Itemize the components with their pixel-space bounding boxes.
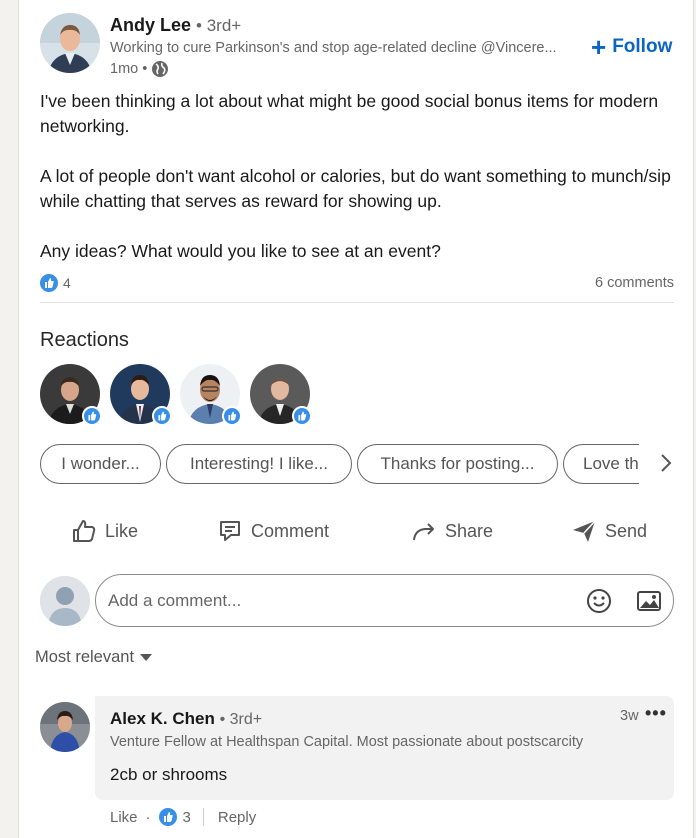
share-icon (413, 523, 434, 541)
chevron-right-icon[interactable] (659, 452, 673, 480)
like-badge-icon (82, 406, 102, 426)
like-reaction-icon (40, 274, 58, 292)
comment-icon (220, 521, 240, 541)
author-name-line[interactable]: Andy Lee • 3rd+ (110, 15, 241, 36)
commenter-headline: Venture Fellow at Healthspan Capital. Mo… (110, 734, 584, 750)
caret-down-icon (140, 654, 153, 661)
reactor-avatar[interactable] (250, 364, 312, 426)
emoji-icon[interactable] (586, 588, 612, 614)
like-button[interactable]: Like (71, 514, 138, 548)
comment-like-button[interactable]: Like (110, 809, 138, 826)
sort-dropdown[interactable]: Most relevant (35, 648, 153, 667)
connection-degree: • 3rd+ (196, 16, 242, 35)
reaction-count: 4 (63, 275, 71, 291)
dot-separator: · (145, 808, 151, 826)
globe-icon (152, 61, 169, 77)
comment-label: Comment (251, 520, 330, 541)
post-card: Andy Lee • 3rd+ Working to cure Parkinso… (18, 0, 694, 838)
more-options-icon[interactable]: ••• (645, 703, 667, 724)
sort-label: Most relevant (35, 648, 135, 666)
comment-text: 2cb or shrooms (110, 765, 228, 784)
send-button[interactable]: Send (571, 514, 647, 548)
send-icon (573, 520, 596, 542)
comment-button[interactable]: Comment (217, 514, 329, 548)
suggestion-chip[interactable]: Thanks for posting... (357, 444, 558, 484)
comment-like-count[interactable]: 3 (183, 809, 191, 826)
share-label: Share (445, 520, 494, 541)
reply-button[interactable]: Reply (218, 809, 256, 826)
comments-count-link[interactable]: 6 comments (579, 275, 674, 291)
commenter-name[interactable]: Alex K. Chen (110, 709, 215, 728)
reactor-avatar[interactable] (180, 364, 242, 426)
post-paragraph: A lot of people don't want alcohol or ca… (40, 166, 671, 211)
like-badge-icon (152, 406, 172, 426)
post-paragraph: Any ideas? What would you like to see at… (40, 241, 441, 261)
commenter-name-line[interactable]: Alex K. Chen • 3rd+ (110, 709, 262, 729)
follow-label: Follow (612, 36, 673, 57)
reactions-heading: Reactions (40, 329, 129, 351)
suggestion-chip[interactable]: Love th (563, 444, 639, 484)
author-avatar[interactable] (40, 13, 100, 73)
suggestion-chip[interactable]: Interesting! I like... (166, 444, 352, 484)
comment-time: 3w (620, 708, 639, 724)
share-button[interactable]: Share (411, 514, 493, 548)
image-icon[interactable] (636, 588, 662, 614)
current-user-avatar (40, 576, 90, 626)
post-time-text: 1mo • (110, 61, 148, 77)
commenter-degree: • 3rd+ (219, 711, 263, 728)
post-time: 1mo • (110, 60, 169, 78)
suggestion-chip[interactable]: I wonder... (40, 444, 161, 484)
author-name[interactable]: Andy Lee (110, 15, 191, 35)
send-label: Send (605, 520, 648, 541)
author-headline: Working to cure Parkinson's and stop age… (110, 40, 557, 56)
post-body: I've been thinking a lot about what migh… (40, 89, 680, 289)
reactor-avatar[interactable] (110, 364, 172, 426)
divider (202, 808, 204, 826)
like-reaction-icon (158, 808, 177, 826)
plus-icon: + (591, 32, 607, 62)
like-badge-icon (292, 406, 312, 426)
follow-button[interactable]: + Follow (591, 34, 672, 60)
like-badge-icon (222, 406, 242, 426)
reactor-avatar[interactable] (40, 364, 102, 426)
post-paragraph: I've been thinking a lot about what migh… (40, 91, 659, 136)
comment-actions: Like · 3 Reply (110, 808, 256, 826)
reaction-summary[interactable]: 4 (40, 274, 71, 292)
commenter-avatar[interactable] (40, 702, 90, 752)
thumbs-up-icon (73, 520, 96, 542)
divider (40, 302, 674, 303)
like-label: Like (105, 520, 139, 541)
comment-placeholder: Add a comment... (108, 590, 242, 610)
